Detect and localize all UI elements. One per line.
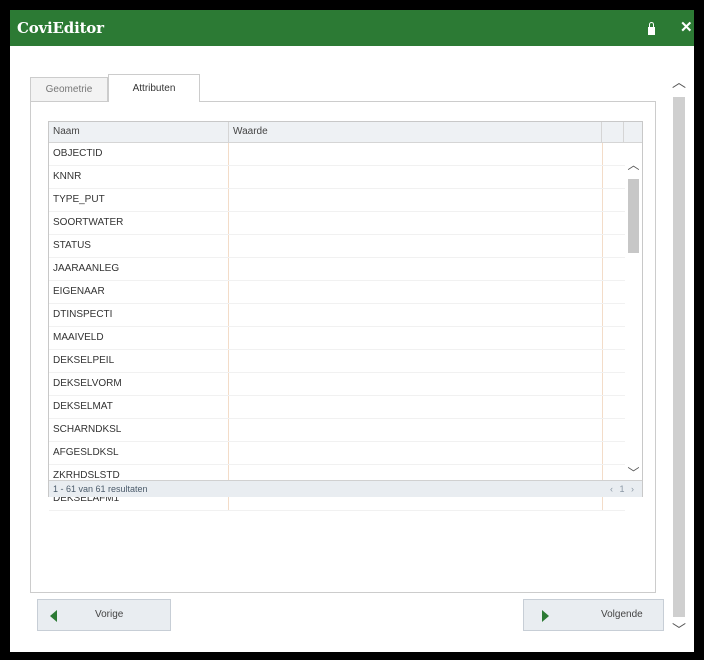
close-icon[interactable]: ✕	[680, 20, 693, 35]
table-row[interactable]: SCHARNDKSL	[49, 419, 625, 442]
table-row[interactable]: SOORTWATER	[49, 212, 625, 235]
grid-scrollbar[interactable]: ︿ ﹀	[625, 143, 642, 483]
attribute-value[interactable]	[229, 327, 603, 349]
table-row[interactable]: MAAIVELD	[49, 327, 625, 350]
grid-footer: 1 - 61 van 61 resultaten ‹ 1 ›	[49, 480, 642, 497]
tab-attributen[interactable]: Attributen	[108, 74, 200, 102]
tab-geometrie[interactable]: Geometrie	[30, 77, 108, 101]
attribute-value[interactable]	[229, 419, 603, 441]
arrow-left-icon	[50, 610, 57, 622]
scroll-up-icon[interactable]: ︿	[670, 72, 688, 92]
attribute-name: DEKSELPEIL	[49, 350, 229, 372]
attribute-grid: Naam Waarde OBJECTID KNNR TYPE_PUT SOORT…	[48, 121, 643, 511]
table-row[interactable]: OBJECTID	[49, 143, 625, 166]
chevron-up-icon[interactable]: ︿	[625, 157, 642, 173]
chevron-down-icon[interactable]: ﹀	[625, 465, 642, 481]
table-row[interactable]: STATUS	[49, 235, 625, 258]
attribute-name: AFGESLDKSL	[49, 442, 229, 464]
attribute-value[interactable]	[229, 212, 603, 234]
attribute-value[interactable]	[229, 442, 603, 464]
attribute-name: SOORTWATER	[49, 212, 229, 234]
attribute-name: STATUS	[49, 235, 229, 257]
attribute-value[interactable]	[229, 189, 603, 211]
attribute-name: EIGENAAR	[49, 281, 229, 303]
table-row[interactable]: DEKSELVORM	[49, 373, 625, 396]
attributes-panel: Naam Waarde OBJECTID KNNR TYPE_PUT SOORT…	[30, 101, 656, 593]
lock-icon[interactable]	[648, 22, 655, 35]
attribute-name: DEKSELMAT	[49, 396, 229, 418]
attribute-name: JAARAANLEG	[49, 258, 229, 280]
grid-rows: OBJECTID KNNR TYPE_PUT SOORTWATER STATUS…	[49, 143, 625, 511]
attribute-value[interactable]	[229, 304, 603, 326]
attribute-value[interactable]	[229, 258, 603, 280]
grid-scrollbar-thumb[interactable]	[628, 179, 639, 253]
column-header-spacer	[602, 122, 624, 142]
attribute-name: TYPE_PUT	[49, 189, 229, 211]
scroll-down-icon[interactable]: ﹀	[670, 620, 688, 640]
attribute-value[interactable]	[229, 281, 603, 303]
window-scrollbar[interactable]: ︿ ﹀	[670, 72, 688, 642]
attribute-value[interactable]	[229, 350, 603, 372]
window-title: CoviEditor	[17, 19, 104, 37]
table-row[interactable]: AFGESLDKSL	[49, 442, 625, 465]
next-button[interactable]: Volgende	[523, 599, 664, 631]
table-row[interactable]: EIGENAAR	[49, 281, 625, 304]
title-bar: CoviEditor ✕	[10, 10, 694, 46]
attribute-value[interactable]	[229, 373, 603, 395]
table-row[interactable]: DTINSPECTI	[49, 304, 625, 327]
pager[interactable]: ‹ 1 ›	[610, 481, 636, 497]
attribute-name: DTINSPECTI	[49, 304, 229, 326]
table-row[interactable]: KNNR	[49, 166, 625, 189]
scrollbar-thumb[interactable]	[673, 97, 685, 617]
next-button-label: Volgende	[601, 609, 643, 620]
column-header-naam[interactable]: Naam	[49, 122, 229, 142]
attribute-value[interactable]	[229, 143, 603, 165]
attribute-name: DEKSELVORM	[49, 373, 229, 395]
table-row[interactable]: DEKSELPEIL	[49, 350, 625, 373]
table-row[interactable]: JAARAANLEG	[49, 258, 625, 281]
attribute-name: KNNR	[49, 166, 229, 188]
column-header-waarde[interactable]: Waarde	[229, 122, 602, 142]
previous-button[interactable]: Vorige	[37, 599, 171, 631]
table-row[interactable]: DEKSELMAT	[49, 396, 625, 419]
attribute-name: SCHARNDKSL	[49, 419, 229, 441]
attribute-value[interactable]	[229, 235, 603, 257]
table-row[interactable]: TYPE_PUT	[49, 189, 625, 212]
grid-header: Naam Waarde	[49, 122, 642, 143]
attribute-name: MAAIVELD	[49, 327, 229, 349]
coveditor-window: CoviEditor ✕ ︿ ﹀ Geometrie Attributen Na…	[10, 10, 694, 652]
previous-button-label: Vorige	[95, 609, 124, 620]
results-count: 1 - 61 van 61 resultaten	[53, 484, 148, 494]
attribute-name: OBJECTID	[49, 143, 229, 165]
arrow-right-icon	[542, 610, 549, 622]
attribute-value[interactable]	[229, 396, 603, 418]
attribute-value[interactable]	[229, 166, 603, 188]
